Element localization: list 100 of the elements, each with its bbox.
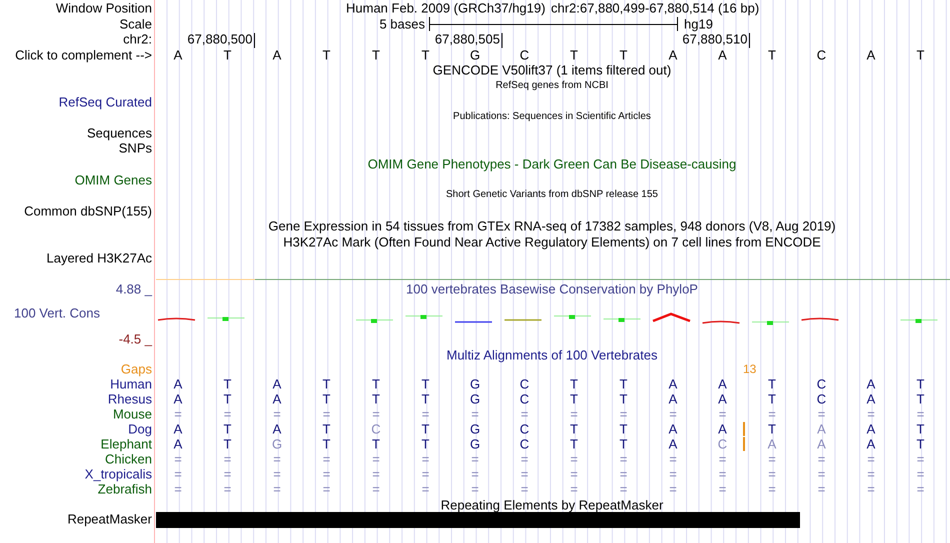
- sequence-base[interactable]: G: [470, 48, 480, 62]
- track-label[interactable]: 100 Vert. Cons: [14, 306, 100, 320]
- alignment-base: =: [570, 468, 578, 480]
- sequence-base[interactable]: C: [520, 48, 530, 62]
- alignment-base: =: [768, 452, 776, 466]
- sequence-base[interactable]: T: [768, 48, 776, 62]
- track-label[interactable]: RepeatMasker: [67, 512, 152, 526]
- assembly-name: Human Feb. 2009 (GRCh37/hg19): [346, 2, 546, 14]
- track-label[interactable]: Layered H3K27Ac: [46, 251, 152, 264]
- sequence-base[interactable]: T: [620, 48, 628, 62]
- position-text: chr2:67,880,499-67,880,514 (16 bp): [551, 2, 760, 14]
- alignment-base: A: [817, 438, 826, 450]
- alignment-base: =: [273, 408, 281, 420]
- track-label[interactable]: Common dbSNP(155): [24, 204, 152, 218]
- alignment-base: A: [817, 422, 826, 436]
- alignment-base: C: [520, 392, 530, 406]
- alignment-base: =: [422, 408, 430, 420]
- alignment-base: =: [570, 452, 578, 466]
- sequence-base[interactable]: A: [174, 48, 182, 62]
- sequence-base[interactable]: T: [322, 48, 330, 62]
- alignment-base: T: [768, 378, 776, 390]
- sequence-base[interactable]: A: [668, 48, 678, 62]
- alignment-base: T: [422, 392, 430, 406]
- alignment-base: =: [224, 452, 232, 466]
- sequence-base[interactable]: A: [718, 48, 727, 62]
- sequence-base[interactable]: C: [816, 48, 826, 62]
- scale-text: 5 bases: [379, 17, 425, 30]
- alignment-base: =: [916, 468, 924, 480]
- track-label[interactable]: OMIM Genes: [74, 173, 152, 186]
- species-label[interactable]: Zebrafish: [98, 482, 152, 496]
- complement-link[interactable]: Click to complement -->: [15, 48, 152, 62]
- sequence-base[interactable]: T: [422, 48, 430, 62]
- ruler-number: 67,880,505: [434, 32, 500, 46]
- sequence-base[interactable]: A: [272, 48, 282, 62]
- alignment-base: =: [867, 468, 875, 480]
- track-title: Short Genetic Variants from dbSNP release 155: [446, 190, 658, 200]
- sequence-base[interactable]: A: [866, 48, 876, 62]
- alignment-base: A: [718, 378, 727, 390]
- species-label[interactable]: Elephant: [100, 438, 152, 450]
- alignment-base: A: [272, 422, 282, 436]
- assembly-name: hg19: [684, 17, 713, 30]
- track-label[interactable]: Sequences: [86, 126, 152, 140]
- alignment-base: =: [669, 468, 677, 480]
- gap-count: 13: [743, 363, 756, 375]
- alignment-base: =: [273, 452, 281, 466]
- alignment-base: =: [471, 468, 479, 480]
- alignment-base: T: [570, 378, 578, 390]
- alignment-base: =: [520, 468, 528, 480]
- alignment-base: =: [818, 482, 826, 496]
- alignment-base: =: [422, 452, 430, 466]
- alignment-base: A: [272, 392, 282, 406]
- alignment-base: A: [866, 438, 876, 450]
- alignment-base: =: [768, 468, 776, 480]
- alignment-base: A: [174, 438, 182, 450]
- sequence-base[interactable]: T: [372, 48, 380, 62]
- alignment-base: =: [372, 468, 380, 480]
- alignment-base: A: [668, 378, 678, 390]
- alignment-base: =: [718, 468, 726, 480]
- species-label[interactable]: Dog: [128, 422, 152, 436]
- species-label[interactable]: Mouse: [112, 408, 152, 420]
- alignment-base: =: [768, 482, 776, 496]
- alignment-base: T: [224, 422, 232, 436]
- species-label[interactable]: X_tropicalis: [84, 468, 152, 480]
- alignment-base: =: [669, 482, 677, 496]
- sequence-base[interactable]: T: [916, 48, 924, 62]
- ruler-number: 67,880,500: [187, 32, 252, 46]
- species-label[interactable]: Rhesus: [108, 392, 152, 406]
- alignment-base: =: [718, 408, 726, 420]
- alignment-base: G: [470, 422, 480, 436]
- sequence-base[interactable]: T: [570, 48, 578, 62]
- sequence-base[interactable]: T: [224, 48, 232, 62]
- alignment-base: =: [174, 452, 182, 466]
- alignment-base: T: [916, 378, 924, 390]
- track-title: OMIM Gene Phenotypes - Dark Green Can Be Disease-causing: [368, 158, 736, 170]
- alignment-base: =: [520, 408, 528, 420]
- track-title: Repeating Elements by RepeatMasker: [440, 498, 664, 512]
- alignment-base: =: [620, 452, 628, 466]
- alignment-base: =: [818, 468, 826, 480]
- species-label[interactable]: Chicken: [105, 452, 152, 466]
- ruler-tick: [254, 32, 255, 48]
- alignment-base: =: [867, 482, 875, 496]
- alignment-base: =: [620, 468, 628, 480]
- alignment-base: T: [768, 422, 776, 436]
- track-label[interactable]: RefSeq Curated: [58, 95, 152, 108]
- alignment-base: =: [471, 482, 479, 496]
- row-label: Window Position: [56, 2, 152, 14]
- alignment-base: A: [866, 422, 876, 436]
- alignment-base: =: [273, 468, 281, 480]
- axis-min-label: -4.5 _: [118, 332, 152, 346]
- track-title: RefSeq genes from NCBI: [496, 81, 608, 91]
- alignment-base: =: [174, 408, 182, 420]
- alignment-base: =: [372, 482, 380, 496]
- alignment-base: T: [620, 378, 628, 390]
- alignment-base: =: [224, 482, 232, 496]
- alignment-base: T: [322, 392, 330, 406]
- alignment-base: =: [916, 452, 924, 466]
- alignment-base: =: [174, 468, 182, 480]
- species-label[interactable]: Human: [110, 378, 152, 390]
- alignment-base: A: [866, 378, 876, 390]
- track-label[interactable]: SNPs: [118, 142, 152, 155]
